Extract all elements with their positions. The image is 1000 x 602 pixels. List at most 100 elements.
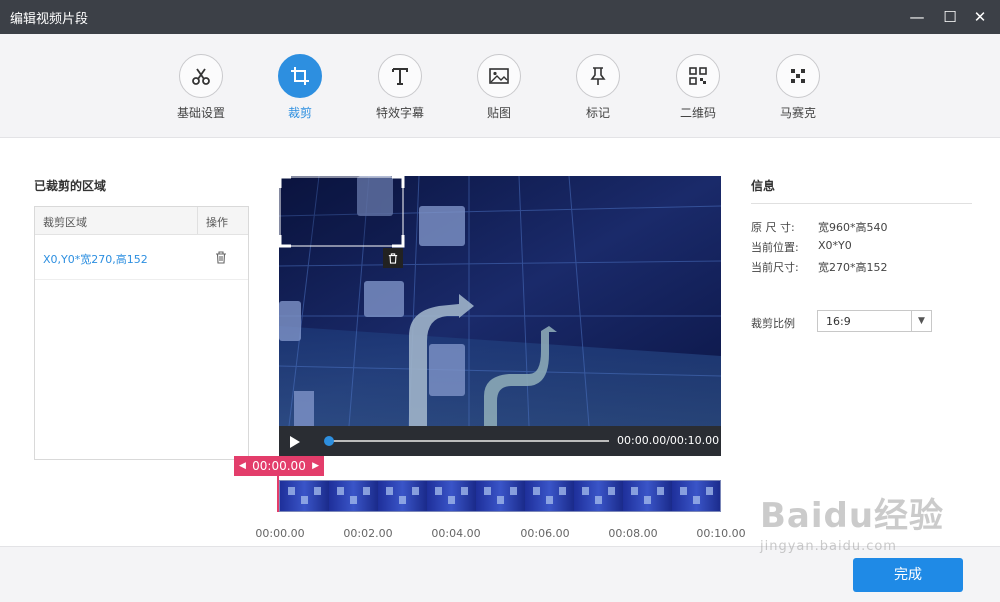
close-button[interactable]: ✕ bbox=[969, 6, 991, 28]
filmstrip-frame-detail bbox=[582, 487, 589, 495]
info-divider bbox=[751, 203, 972, 204]
crop-region-value[interactable]: X0,Y0*宽270,高152 bbox=[43, 251, 148, 267]
current-time-label: 00:00.00 bbox=[252, 459, 306, 473]
filmstrip-frame-detail bbox=[350, 496, 357, 504]
info-title: 信息 bbox=[751, 179, 776, 193]
tick-label: 00:04.00 bbox=[431, 527, 481, 540]
tick-label: 00:02.00 bbox=[343, 527, 393, 540]
tab-qrcode[interactable]: 二维码 bbox=[653, 54, 743, 121]
filmstrip-frame-detail bbox=[314, 487, 321, 495]
tab-basic-settings-label: 基础设置 bbox=[176, 106, 225, 120]
table-row[interactable]: X0,Y0*宽270,高152 bbox=[35, 235, 248, 280]
filmstrip-frame-detail bbox=[657, 487, 664, 495]
watermark-logo: Baidu经验 bbox=[760, 496, 945, 536]
filmstrip-frame-detail bbox=[546, 496, 553, 504]
progress-handle[interactable] bbox=[324, 436, 334, 446]
tab-basic-settings[interactable]: 基础设置 bbox=[156, 54, 246, 121]
filmstrip-frame-detail bbox=[337, 487, 344, 495]
tab-effect-subtitles[interactable]: 特效字幕 bbox=[355, 54, 445, 121]
tab-crop-label: 裁剪 bbox=[287, 106, 312, 120]
crop-delete-icon[interactable] bbox=[383, 248, 403, 268]
done-button[interactable]: 完成 bbox=[853, 558, 963, 592]
trash-icon[interactable] bbox=[215, 249, 227, 268]
tab-marker-label: 标记 bbox=[585, 106, 610, 120]
filmstrip-frame-detail bbox=[386, 487, 393, 495]
filmstrip-frame-detail bbox=[595, 496, 602, 504]
filmstrip-frame-detail bbox=[448, 496, 455, 504]
watermark: Baidu经验 jingyan.baidu.com bbox=[760, 488, 944, 554]
filmstrip-frame-detail bbox=[559, 487, 566, 495]
header-crop-area: 裁剪区域 bbox=[43, 216, 87, 229]
tab-sticker-label: 贴图 bbox=[486, 106, 511, 120]
tab-mosaic-label: 马赛克 bbox=[779, 106, 816, 120]
current-time-badge[interactable]: ◀ 00:00.00 ▶ bbox=[234, 456, 324, 476]
filmstrip-frame-detail bbox=[363, 487, 370, 495]
play-icon[interactable] bbox=[289, 434, 301, 453]
video-frame bbox=[279, 176, 721, 426]
position-label: 当前位置: bbox=[751, 241, 799, 254]
cropped-area-title: 已裁剪的区域 bbox=[34, 179, 107, 193]
original-size-label: 原 尺 寸: bbox=[751, 221, 795, 234]
filmstrip-frame-detail bbox=[461, 487, 468, 495]
arrow-left-icon[interactable]: ◀ bbox=[239, 456, 246, 476]
crop-ratio-select[interactable]: 16:9 ▼ bbox=[817, 310, 932, 332]
header-action: 操作 bbox=[197, 207, 228, 234]
filmstrip-frame-detail bbox=[644, 496, 651, 504]
crop-ratio-label: 裁剪比例 bbox=[751, 317, 795, 330]
filmstrip-frame-detail bbox=[693, 496, 700, 504]
filmstrip-frame-detail bbox=[412, 487, 419, 495]
progress-track[interactable] bbox=[325, 440, 609, 442]
window-title: 编辑视频片段 bbox=[10, 12, 89, 27]
minimize-button[interactable]: — bbox=[906, 6, 928, 28]
original-size-value: 宽960*高540 bbox=[818, 221, 888, 234]
video-preview[interactable] bbox=[279, 176, 721, 426]
maximize-button[interactable]: ☐ bbox=[939, 6, 961, 28]
watermark-url: jingyan.baidu.com bbox=[760, 539, 897, 554]
filmstrip-frame-detail bbox=[608, 487, 615, 495]
filmstrip-frame-detail bbox=[533, 487, 540, 495]
scissors-icon bbox=[179, 54, 223, 98]
crop-selection-box[interactable] bbox=[279, 176, 404, 247]
cropped-area-table: 裁剪区域 操作 X0,Y0*宽270,高152 bbox=[34, 206, 249, 460]
filmstrip-frame-detail bbox=[706, 487, 713, 495]
crop-icon bbox=[278, 54, 322, 98]
text-icon bbox=[378, 54, 422, 98]
tick-label: 00:00.00 bbox=[255, 527, 305, 540]
tab-marker[interactable]: 标记 bbox=[553, 54, 643, 121]
arrow-right-icon[interactable]: ▶ bbox=[312, 456, 319, 476]
title-bar: 编辑视频片段 — ☐ ✕ bbox=[0, 0, 1000, 34]
filmstrip-frame-detail bbox=[301, 496, 308, 504]
timeline-filmstrip[interactable] bbox=[279, 480, 721, 512]
filmstrip-frame-detail bbox=[484, 487, 491, 495]
current-size-value: 宽270*高152 bbox=[818, 261, 888, 274]
tab-crop[interactable]: 裁剪 bbox=[255, 54, 345, 121]
tick-label: 00:08.00 bbox=[608, 527, 658, 540]
tool-tabs: 基础设置 裁剪 特效字幕 贴图 标记 二维码 马赛克 bbox=[0, 34, 1000, 138]
filmstrip-frame-detail bbox=[680, 487, 687, 495]
time-display: 00:00.00/00:10.00 bbox=[617, 434, 720, 447]
filmstrip-thumbnails bbox=[280, 481, 720, 511]
current-size-label: 当前尺寸: bbox=[751, 261, 799, 274]
filmstrip-frame-detail bbox=[288, 487, 295, 495]
qrcode-icon bbox=[676, 54, 720, 98]
tick-label: 00:06.00 bbox=[520, 527, 570, 540]
crop-ratio-value: 16:9 bbox=[826, 315, 851, 328]
mosaic-icon bbox=[776, 54, 820, 98]
tab-mosaic[interactable]: 马赛克 bbox=[753, 54, 843, 121]
filmstrip-frame-detail bbox=[497, 496, 504, 504]
tab-effect-subtitles-label: 特效字幕 bbox=[375, 106, 424, 120]
tab-qrcode-label: 二维码 bbox=[679, 106, 716, 120]
filmstrip-frame-detail bbox=[510, 487, 517, 495]
footer-bar bbox=[0, 546, 1000, 602]
position-value: X0*Y0 bbox=[818, 239, 852, 252]
tick-label: 00:10.00 bbox=[696, 527, 746, 540]
filmstrip-frame-detail bbox=[631, 487, 638, 495]
player-controls: 00:00.00/00:10.00 bbox=[279, 426, 721, 456]
filmstrip-frame-detail bbox=[399, 496, 406, 504]
filmstrip-frame-detail bbox=[435, 487, 442, 495]
pin-icon bbox=[576, 54, 620, 98]
tab-sticker[interactable]: 贴图 bbox=[454, 54, 544, 121]
table-header: 裁剪区域 操作 bbox=[35, 207, 248, 235]
image-icon bbox=[477, 54, 521, 98]
chevron-down-icon[interactable]: ▼ bbox=[911, 311, 931, 331]
